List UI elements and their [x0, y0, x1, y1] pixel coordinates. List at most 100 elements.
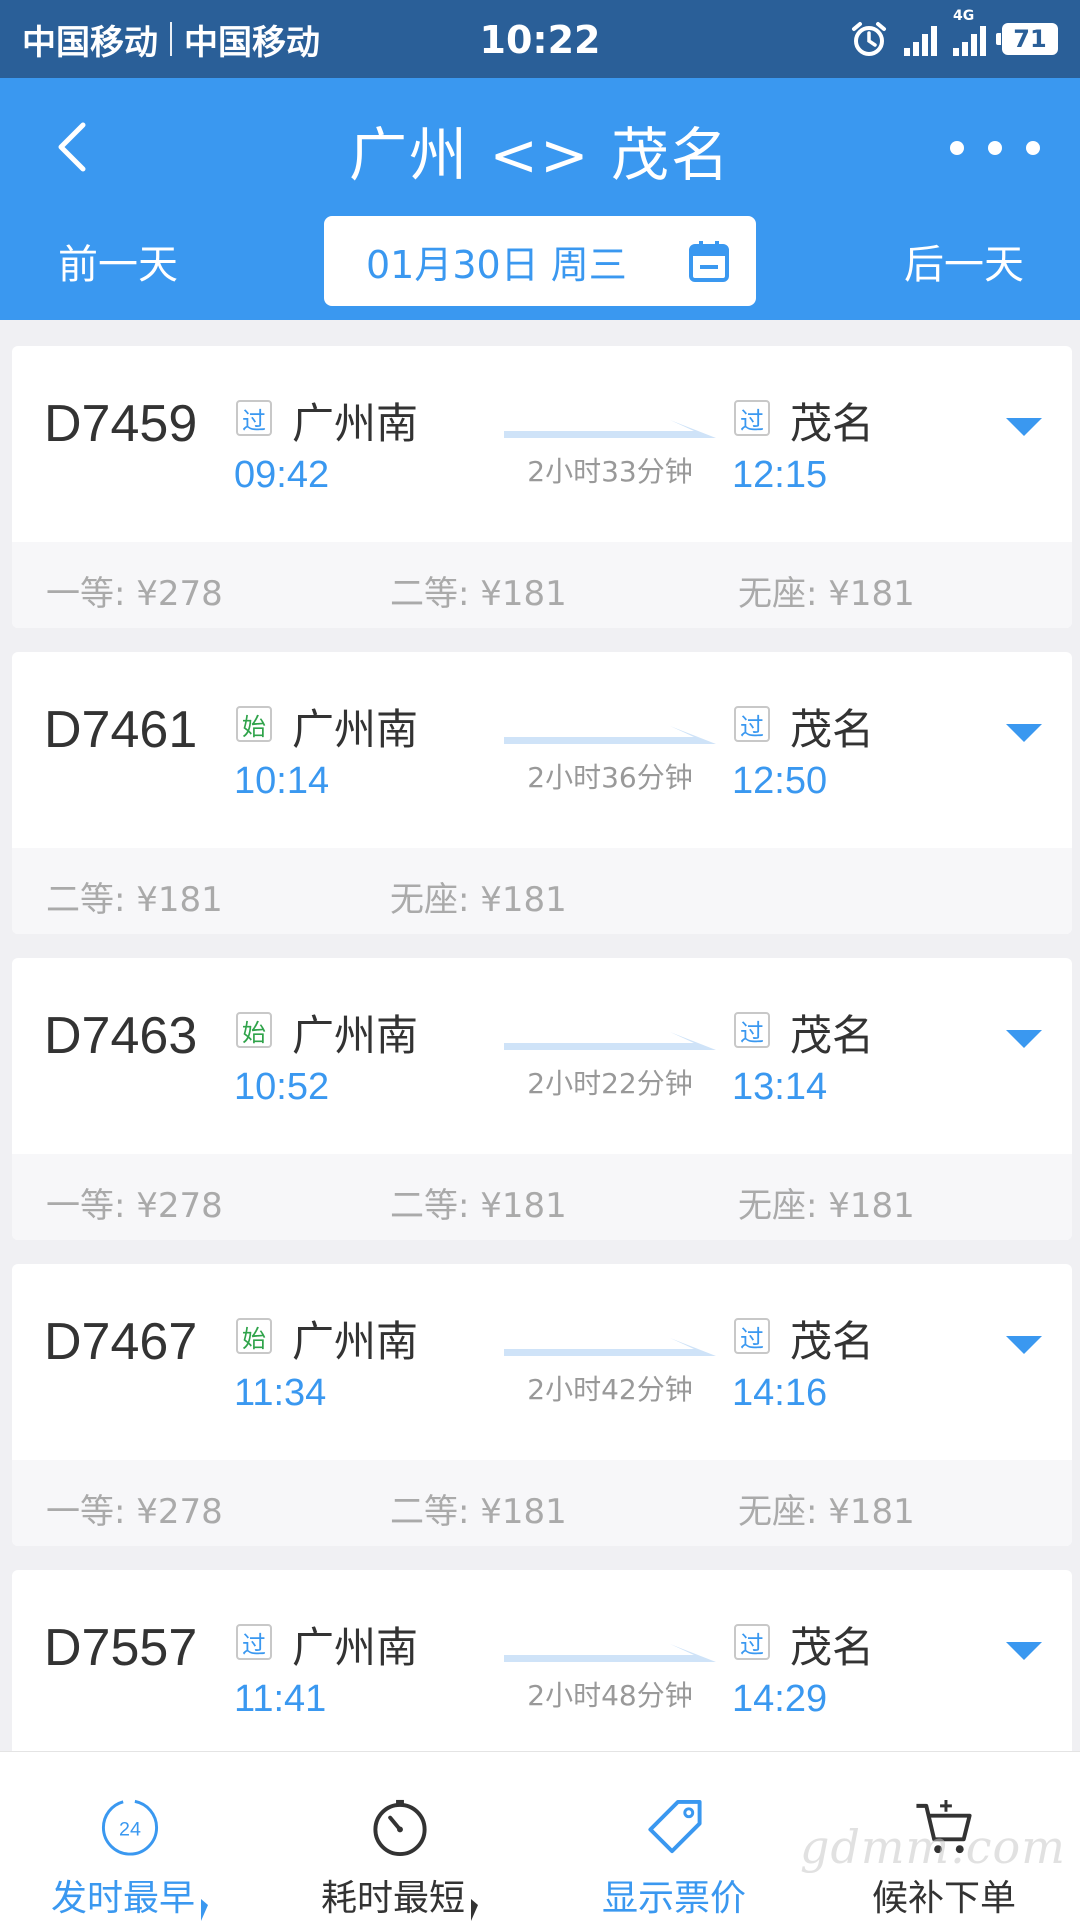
train-card-main[interactable]: D7557 过 广州南 11:41 2小时48分钟 过 茂名 14:29 — [12, 1570, 1072, 1751]
carrier-2: 中国移动 — [184, 22, 320, 63]
seat-price: 无座: ¥181 — [738, 1492, 915, 1532]
train-card-main[interactable]: D7459 过 广州南 09:42 2小时33分钟 过 茂名 12:15 — [12, 346, 1072, 542]
more-dot-icon — [988, 141, 1002, 155]
departure-time: 11:41 — [234, 1678, 327, 1720]
train-card[interactable]: D7557 过 广州南 11:41 2小时48分钟 过 茂名 14:29 — [12, 1570, 1072, 1751]
departure-station: 广州南 — [292, 1317, 419, 1366]
arrival-time: 12:15 — [732, 454, 828, 496]
price-row: 一等: ¥278 二等: ¥181 无座: ¥181 — [12, 542, 1072, 628]
departure-time: 09:42 — [234, 454, 330, 496]
page-title: 广州 <> 茂名 — [348, 121, 732, 189]
clock-24-icon: 24 — [101, 1799, 159, 1856]
train-card[interactable]: D7463 始 广州南 10:52 2小时22分钟 过 茂名 13:14 一等:… — [12, 958, 1072, 1240]
arrival-tag: 过 — [734, 1624, 770, 1660]
arrow-right-icon — [504, 1644, 716, 1662]
chevron-down-icon[interactable] — [1002, 412, 1046, 442]
train-list[interactable]: D7459 过 广州南 09:42 2小时33分钟 过 茂名 12:15 一等:… — [0, 346, 1080, 1751]
arrow-right-icon — [504, 420, 716, 438]
train-number: D7459 — [44, 395, 198, 453]
departure-station: 广州南 — [292, 705, 419, 754]
seat-price: 一等: ¥278 — [46, 1492, 223, 1532]
network-type-label: 4G — [953, 8, 975, 24]
selected-date: 01月30日 周三 — [366, 242, 627, 287]
train-card[interactable]: D7467 始 广州南 11:34 2小时42分钟 过 茂名 14:16 一等:… — [12, 1264, 1072, 1546]
train-card-main[interactable]: D7467 始 广州南 11:34 2小时42分钟 过 茂名 14:16 — [12, 1264, 1072, 1460]
travel-duration: 2小时48分钟 — [527, 1679, 693, 1712]
sort-caret-icon — [471, 1899, 478, 1921]
arrival-station: 茂名 — [790, 1623, 875, 1672]
departure-station: 广州南 — [292, 399, 419, 448]
departure-time: 11:34 — [234, 1372, 327, 1414]
bottom-item-label: 显示票价 — [602, 1869, 746, 1921]
arrival-station: 茂名 — [790, 399, 875, 448]
carrier-group: 中国移动 中国移动 — [22, 15, 320, 64]
arrival-time: 14:16 — [732, 1372, 828, 1414]
travel-duration: 2小时42分钟 — [527, 1373, 693, 1406]
arrival-tag: 过 — [734, 1012, 770, 1048]
more-button[interactable] — [950, 128, 1040, 168]
seat-price: 二等: ¥181 — [46, 880, 223, 920]
status-bar: 中国移动 中国移动 10:22 4G 71 — [0, 0, 1080, 78]
battery-level: 71 — [1013, 25, 1047, 53]
bottom-item-label: 候补下单 — [872, 1869, 1016, 1921]
sort-shortest-duration-button[interactable]: 耗时最短 — [270, 1752, 530, 1921]
calendar-icon — [689, 241, 729, 282]
price-row: 一等: ¥278 二等: ¥181 无座: ¥181 — [12, 1460, 1072, 1546]
show-price-label: 显示票价 — [601, 1878, 746, 1919]
alarm-icon — [852, 22, 886, 56]
signal-icon-sim2 — [904, 22, 937, 56]
seat-price: 无座: ¥181 — [390, 880, 567, 920]
seat-price: 一等: ¥278 — [46, 574, 223, 614]
arrival-time: 13:14 — [732, 1066, 828, 1108]
train-number: D7463 — [44, 1007, 198, 1065]
date-picker[interactable]: 01月30日 周三 — [324, 216, 756, 306]
travel-duration: 2小时33分钟 — [527, 455, 693, 488]
watermark: gdmm.com — [800, 1820, 1066, 1874]
departure-tag: 过 — [236, 400, 272, 436]
carrier-divider — [170, 22, 172, 56]
departure-station: 广州南 — [292, 1623, 419, 1672]
train-card-main[interactable]: D7461 始 广州南 10:14 2小时36分钟 过 茂名 12:50 — [12, 652, 1072, 848]
sort-caret-icon — [201, 1899, 208, 1921]
departure-tag: 始 — [236, 1318, 272, 1354]
train-card-main[interactable]: D7463 始 广州南 10:52 2小时22分钟 过 茂名 13:14 — [12, 958, 1072, 1154]
departure-tag: 始 — [236, 706, 272, 742]
chevron-down-icon[interactable] — [1002, 1024, 1046, 1054]
train-number: D7557 — [44, 1619, 198, 1677]
sort-shortest-label: 耗时最短 — [320, 1878, 465, 1919]
price-tag-icon — [648, 1799, 702, 1854]
departure-time: 10:14 — [234, 760, 330, 802]
seat-price: 无座: ¥181 — [738, 574, 915, 614]
travel-duration: 2小时36分钟 — [527, 761, 693, 794]
bottom-item-label: 发时最早 — [51, 1869, 209, 1921]
chevron-down-icon[interactable] — [1002, 1330, 1046, 1360]
sort-earliest-departure-button[interactable]: 24 发时最早 — [0, 1752, 260, 1921]
chevron-down-icon[interactable] — [1002, 1636, 1046, 1666]
arrow-right-icon — [504, 726, 716, 744]
train-number: D7461 — [44, 701, 198, 759]
seat-price: 二等: ¥181 — [390, 1186, 567, 1226]
header: 广州 <> 茂名 前一天 01月30日 周三 后一天 — [0, 78, 1080, 320]
more-dot-icon — [1026, 141, 1040, 155]
seat-price: 一等: ¥278 — [46, 1186, 223, 1226]
price-row: 二等: ¥181 无座: ¥181 — [12, 848, 1072, 934]
next-day-button[interactable]: 后一天 — [904, 232, 1024, 290]
show-price-button[interactable]: 显示票价 — [544, 1752, 804, 1921]
arrival-time: 14:29 — [732, 1678, 828, 1720]
bottom-item-label: 耗时最短 — [321, 1869, 479, 1921]
seat-price: 无座: ¥181 — [738, 1186, 915, 1226]
price-row: 一等: ¥278 二等: ¥181 无座: ¥181 — [12, 1154, 1072, 1240]
train-card[interactable]: D7459 过 广州南 09:42 2小时33分钟 过 茂名 12:15 一等:… — [12, 346, 1072, 628]
train-card[interactable]: D7461 始 广州南 10:14 2小时36分钟 过 茂名 12:50 二等:… — [12, 652, 1072, 934]
arrival-station: 茂名 — [790, 705, 875, 754]
arrival-station: 茂名 — [790, 1317, 875, 1366]
travel-duration: 2小时22分钟 — [527, 1067, 693, 1100]
more-dot-icon — [950, 141, 964, 155]
signal-icon-sim1 — [953, 22, 986, 56]
prev-day-button[interactable]: 前一天 — [58, 232, 178, 290]
arrival-time: 12:50 — [732, 760, 828, 802]
departure-tag: 过 — [236, 1624, 272, 1660]
status-icons: 4G 71 — [850, 8, 1058, 58]
chevron-down-icon[interactable] — [1002, 718, 1046, 748]
departure-time: 10:52 — [234, 1066, 330, 1108]
